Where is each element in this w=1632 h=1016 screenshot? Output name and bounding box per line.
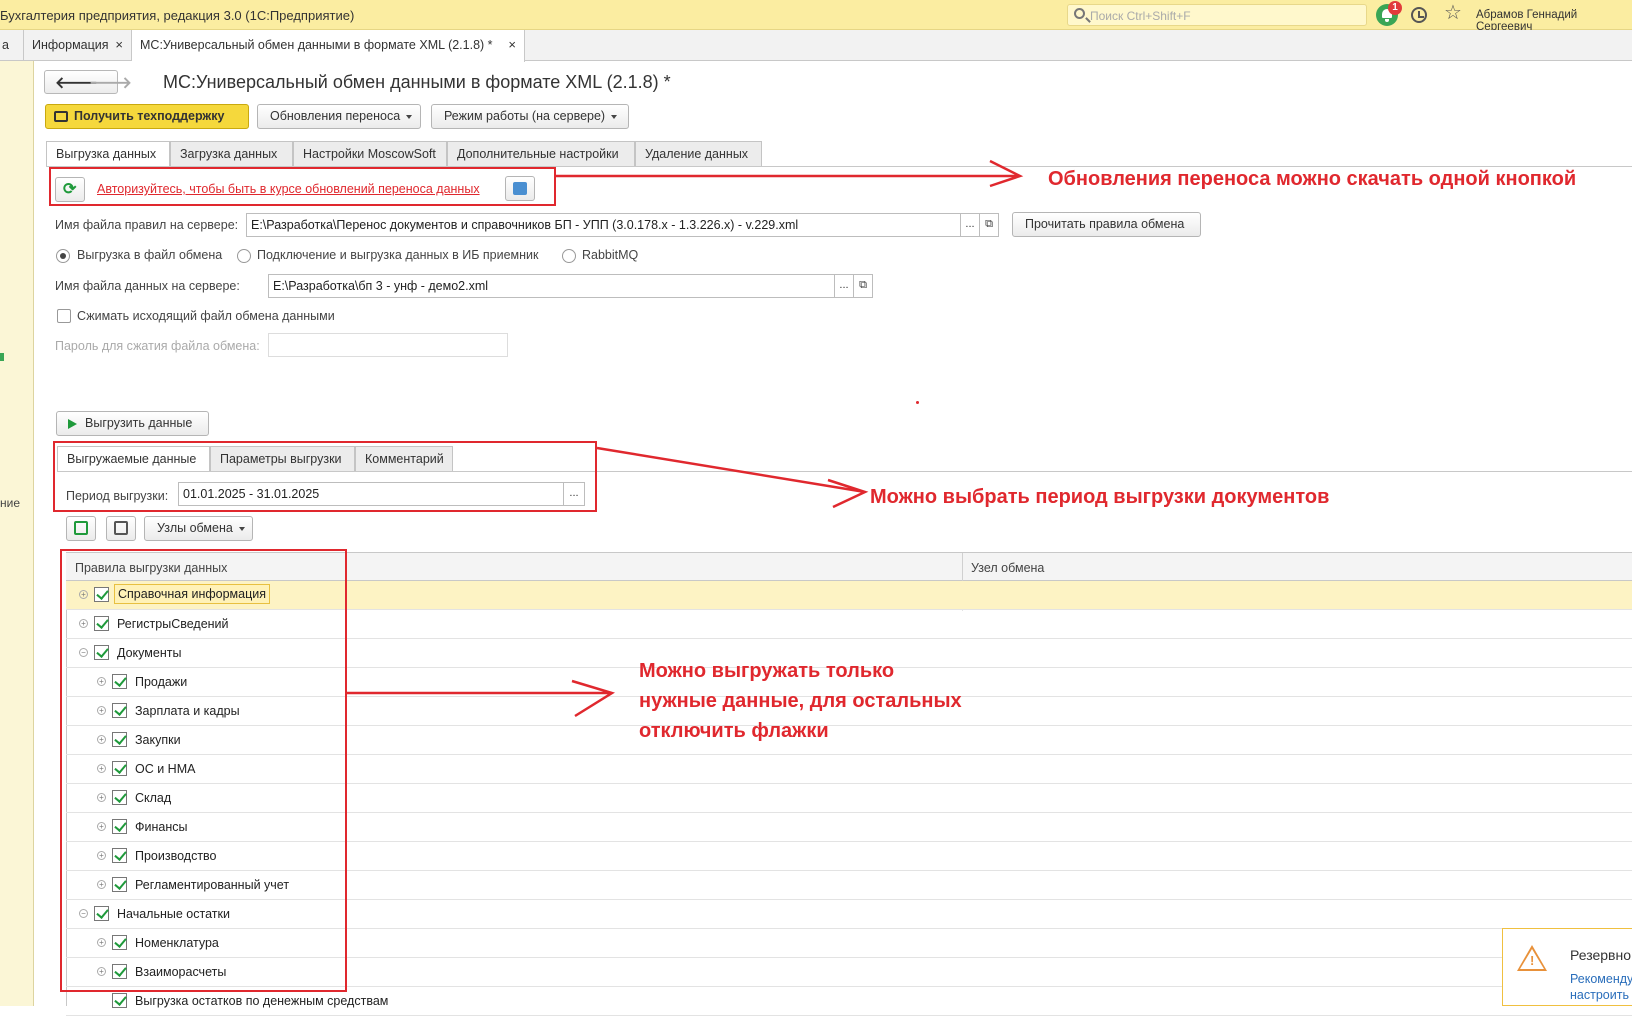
- annotation-tree-line3: отключить флажки: [639, 720, 829, 742]
- notice-text-1[interactable]: Рекоменду: [1570, 972, 1632, 986]
- annotation-tree-line2: нужные данные, для остальных: [639, 690, 962, 712]
- arrow-period: [596, 446, 869, 509]
- arrow-updates: [556, 159, 1024, 188]
- annotation-period: Можно выбрать период выгрузки документов: [870, 486, 1330, 508]
- notice-text-2[interactable]: настроить: [1570, 988, 1629, 1002]
- annotation-arrows: [347, 159, 1024, 718]
- notice-title: Резервно: [1570, 947, 1631, 963]
- backup-notice[interactable]: ! Резервно Рекоменду настроить: [1502, 928, 1632, 1006]
- annotation-updates: Обновления переноса можно скачать одной …: [1048, 168, 1577, 190]
- annotation-tree-line1: Можно выгружать только: [639, 660, 895, 682]
- arrow-tree: [347, 679, 616, 718]
- warning-mark: !: [1530, 953, 1535, 968]
